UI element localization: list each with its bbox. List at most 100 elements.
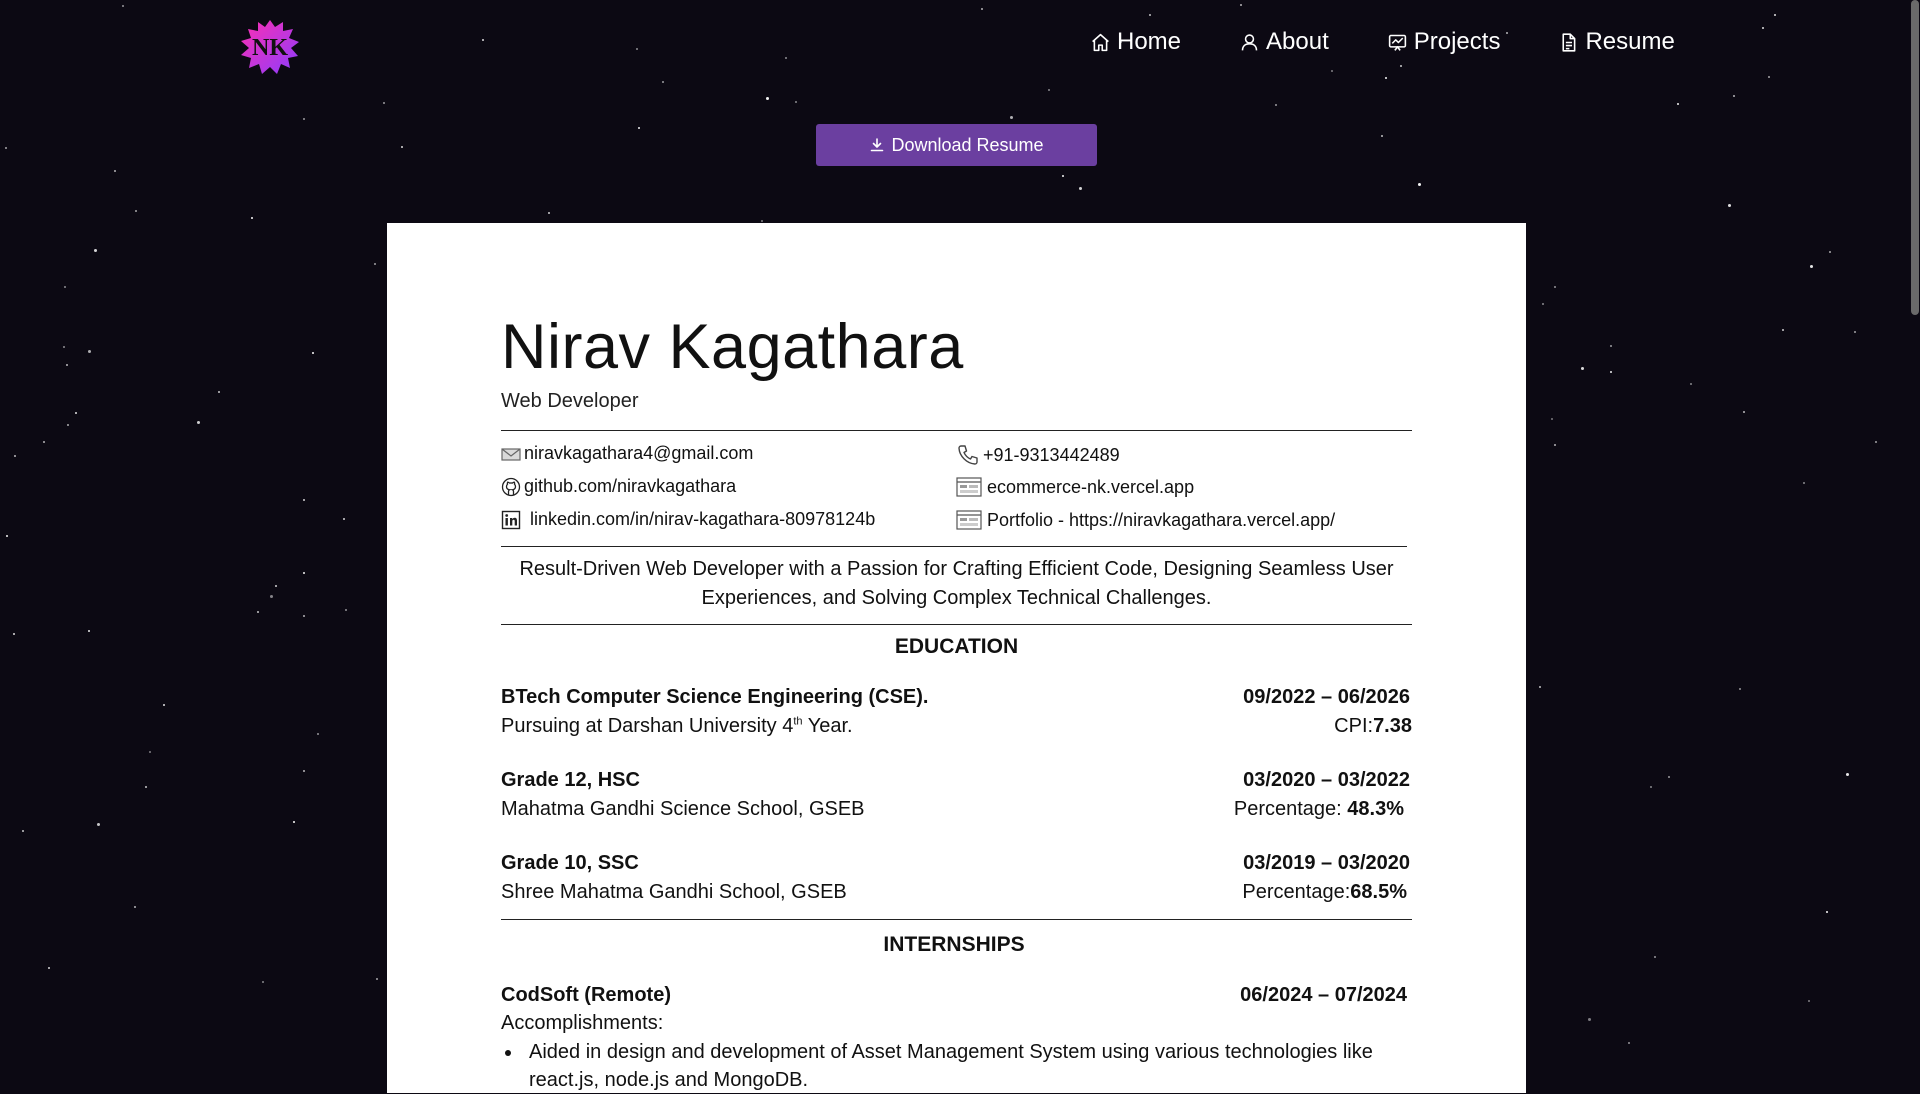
star <box>1826 911 1828 913</box>
star <box>761 220 763 222</box>
scrollbar-thumb[interactable] <box>1911 0 1919 315</box>
star <box>48 967 50 969</box>
education-score: CPI:7.38 <box>1334 715 1412 737</box>
star <box>1650 786 1652 788</box>
star <box>218 391 220 393</box>
nav-projects-label: Projects <box>1413 28 1501 55</box>
star <box>293 821 295 823</box>
star <box>88 630 90 632</box>
star <box>303 499 305 501</box>
divider <box>501 430 1412 431</box>
star <box>1539 686 1541 688</box>
download-resume-button[interactable]: Download Resume <box>816 124 1097 166</box>
star <box>1875 441 1877 443</box>
star <box>303 615 305 617</box>
star <box>94 249 97 252</box>
star <box>1385 77 1387 79</box>
contact-linkedin[interactable]: linkedin.com/in/nirav-kagathara-80978124… <box>501 509 875 530</box>
internship-dates: 06/2024 – 07/2024 <box>1240 984 1407 1006</box>
divider <box>501 624 1412 625</box>
star <box>1728 204 1731 207</box>
star <box>548 212 550 214</box>
star <box>13 633 15 635</box>
nav-projects[interactable]: Projects <box>1387 28 1501 56</box>
star <box>401 146 403 148</box>
star <box>22 830 24 832</box>
internship-bullets: Aided in design and development of Asset… <box>501 1038 1434 1094</box>
star <box>374 263 376 265</box>
star <box>1628 1042 1630 1044</box>
contact-email[interactable]: niravkagathara4@gmail.com <box>501 443 753 464</box>
star <box>1149 14 1151 16</box>
star <box>303 770 305 772</box>
education-detail: Pursuing at Darshan University 4th Year. <box>501 715 853 737</box>
star <box>1010 116 1013 119</box>
star <box>343 518 345 520</box>
star <box>134 906 136 908</box>
star <box>636 48 638 50</box>
star <box>251 217 253 219</box>
education-degree: Grade 10, SSC <box>501 852 639 874</box>
star <box>312 352 314 354</box>
star <box>1762 27 1764 29</box>
star <box>1551 418 1553 420</box>
star <box>1554 444 1556 446</box>
star <box>1554 286 1556 288</box>
star <box>262 981 264 983</box>
logo[interactable]: NK <box>237 17 303 77</box>
star <box>1854 331 1856 333</box>
nav-about[interactable]: About <box>1239 28 1329 56</box>
star <box>766 97 769 100</box>
user-icon <box>1241 33 1258 50</box>
internship-accomplishments-label: Accomplishments: <box>501 1012 664 1034</box>
svg-text:NK: NK <box>252 35 288 61</box>
education-score: Percentage:68.5% <box>1242 881 1407 903</box>
star <box>383 102 385 104</box>
star <box>66 364 68 366</box>
nav-resume[interactable]: Resume <box>1558 28 1675 56</box>
star <box>482 39 484 41</box>
mail-icon <box>501 447 521 461</box>
contact-email-text: niravkagathara4@gmail.com <box>524 443 754 463</box>
star <box>638 127 640 129</box>
star <box>1381 135 1383 137</box>
star <box>303 572 305 574</box>
divider <box>501 919 1412 920</box>
star <box>1743 411 1745 413</box>
star <box>1588 1018 1591 1021</box>
contact-phone-text: +91-9313442489 <box>983 444 1120 465</box>
star <box>270 595 273 598</box>
star <box>1079 187 1082 190</box>
github-icon <box>501 477 521 496</box>
star <box>1610 345 1612 347</box>
main-nav: Home About Projects Resume <box>1090 22 1675 62</box>
phone-icon <box>958 445 978 465</box>
star <box>1418 183 1421 186</box>
contact-phone[interactable]: +91-9313442489 <box>956 443 1120 467</box>
star <box>149 751 151 753</box>
education-dates: 09/2022 – 06/2026 <box>1243 686 1410 708</box>
home-icon <box>1092 33 1109 51</box>
star <box>1331 70 1333 72</box>
star <box>1782 329 1784 331</box>
star <box>6 535 8 537</box>
star <box>303 118 305 120</box>
contact-github[interactable]: github.com/niravkagathara <box>501 476 736 497</box>
star <box>163 704 165 706</box>
contact-portfolio[interactable]: Portfolio - https://niravkagathara.verce… <box>956 509 1335 531</box>
star <box>1581 367 1584 370</box>
contact-linkedin-text: linkedin.com/in/nirav-kagathara-80978124… <box>530 509 876 529</box>
star <box>1739 688 1741 690</box>
download-icon <box>871 138 884 152</box>
star <box>114 170 116 172</box>
star <box>275 585 277 587</box>
contact-site[interactable]: ecommerce-nk.vercel.app <box>956 476 1194 498</box>
page-scrollbar[interactable] <box>1910 0 1920 1080</box>
education-detail: Mahatma Gandhi Science School, GSEB <box>501 798 865 820</box>
resume-summary: Result-Driven Web Developer with a Passi… <box>519 558 1394 609</box>
internship-company: CodSoft (Remote) <box>501 984 671 1006</box>
star <box>662 81 664 83</box>
star <box>1275 104 1277 106</box>
contact-portfolio-text: Portfolio - https://niravkagathara.verce… <box>987 509 1336 530</box>
nav-home[interactable]: Home <box>1090 28 1181 56</box>
